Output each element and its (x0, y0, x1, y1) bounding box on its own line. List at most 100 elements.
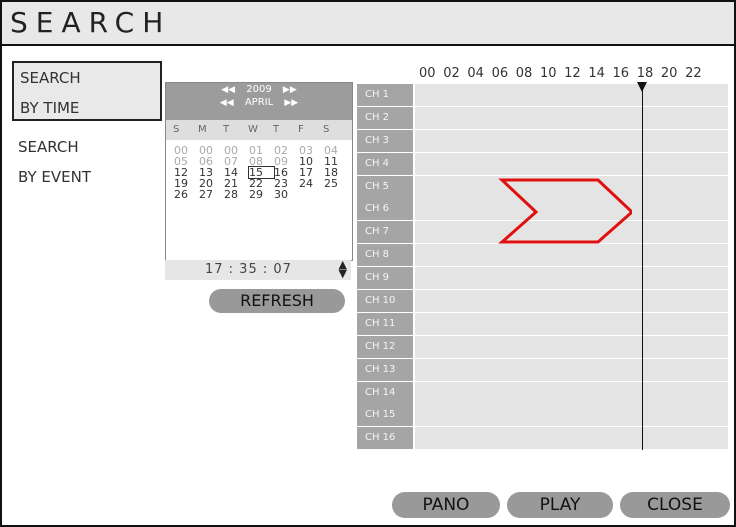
weekday-label: S (173, 124, 180, 135)
channel-track[interactable] (413, 244, 728, 267)
hour-tick-label: 22 (685, 66, 702, 81)
channel-label: CH 15 (357, 404, 413, 427)
time-field[interactable]: 17 : 35 : 07 ▲ ▼ (165, 259, 351, 280)
calendar-day[interactable]: 29 (249, 189, 274, 200)
hour-tick-label: 06 (491, 66, 509, 81)
channel-track[interactable] (413, 290, 728, 313)
prev-year-icon[interactable]: ◀◀ (221, 85, 235, 95)
hour-tick-label: 18 (636, 66, 654, 81)
channel-label: CH 5 (357, 175, 413, 198)
calendar-day (324, 189, 349, 200)
calendar-day (299, 189, 324, 200)
channel-track[interactable] (413, 427, 728, 450)
hour-tick-label: 10 (539, 66, 557, 81)
channel-label: CH 2 (357, 106, 413, 129)
channel-track[interactable] (413, 267, 728, 290)
channel-row[interactable]: CH 1 (357, 84, 728, 107)
time-spinner-icon[interactable]: ▲ ▼ (339, 259, 347, 279)
channel-track[interactable] (413, 129, 728, 152)
weekday-label: T (223, 124, 230, 135)
channel-row[interactable]: CH 3 (357, 129, 728, 153)
weekday-label: T (273, 124, 280, 135)
channel-row[interactable]: CH 10 (357, 290, 728, 313)
channel-label: CH 9 (357, 267, 413, 290)
calendar: ◀◀ 2009 ▶▶ ◀◀ APRIL ▶▶ S M T W T F S 00 00 00 01 0… (165, 82, 353, 261)
weekday-label: M (198, 124, 207, 135)
hour-tick-label: 02 (443, 66, 460, 81)
playhead-line[interactable] (642, 82, 643, 450)
prev-month-icon[interactable]: ◀◀ (220, 98, 234, 108)
weekday-label: F (298, 124, 304, 135)
channel-label: CH 11 (357, 312, 413, 335)
channel-row[interactable]: CH 2 (357, 106, 728, 130)
search-by-time-line2: BY TIME (20, 99, 80, 117)
calendar-week: 26 27 28 29 30 (174, 189, 349, 200)
play-button[interactable]: PLAY (507, 492, 613, 518)
channel-row[interactable]: CH 14 (357, 381, 728, 405)
channel-label: CH 4 (357, 152, 413, 175)
calendar-day[interactable]: 24 (299, 178, 324, 189)
channel-label: CH 3 (357, 129, 413, 152)
calendar-year: 2009 (246, 84, 272, 95)
channel-label: CH 16 (357, 427, 413, 450)
hour-axis: 00 02 04 06 08 10 12 14 16 18 20 22 (419, 66, 719, 81)
channel-label: CH 6 (357, 198, 413, 221)
calendar-day[interactable]: 30 (274, 189, 299, 200)
channel-row[interactable]: CH 16 (357, 427, 728, 450)
channel-timeline: CH 1 CH 2 CH 3 CH 4 CH 5 CH 6 CH 7 CH 8 CH 9 CH 1… (357, 84, 728, 450)
search-window: SEARCH SEARCH BY TIME SEARCH BY EVENT ◀◀… (0, 0, 736, 527)
hour-tick-label: 20 (660, 66, 678, 81)
channel-label: CH 14 (357, 381, 413, 404)
search-by-event-line1: SEARCH (18, 138, 79, 156)
pano-button[interactable]: PANO (392, 492, 500, 518)
channel-track[interactable] (413, 84, 728, 106)
hour-tick-label: 16 (612, 66, 630, 81)
search-by-event-tab[interactable]: SEARCH BY EVENT (12, 132, 158, 192)
calendar-month: APRIL (244, 97, 274, 108)
channel-track[interactable] (413, 404, 728, 427)
channel-label: CH 12 (357, 335, 413, 358)
channel-label: CH 13 (357, 358, 413, 381)
channel-label: CH 7 (357, 221, 413, 244)
hour-tick-label: 00 (419, 66, 436, 81)
channel-track[interactable] (413, 358, 728, 381)
weekday-label: W (248, 124, 258, 135)
channel-label: CH 1 (357, 84, 413, 106)
channel-track[interactable] (413, 381, 728, 404)
channel-row[interactable]: CH 8 (357, 244, 728, 267)
weekday-row: SMTWTFS (166, 120, 352, 140)
next-month-icon[interactable]: ▶▶ (284, 98, 298, 108)
channel-track[interactable] (413, 335, 728, 358)
weekday-label: S (323, 124, 330, 135)
calendar-day[interactable]: 27 (199, 189, 224, 200)
search-by-time-tab[interactable]: SEARCH BY TIME (12, 61, 162, 121)
calendar-day[interactable]: 25 (324, 178, 349, 189)
calendar-days: 00 00 00 01 02 03 04 05 06 07 08 09 10 11 12 13 14 15 16 17… (174, 145, 349, 200)
channel-label: CH 8 (357, 244, 413, 267)
channel-row[interactable]: CH 12 (357, 335, 728, 359)
channel-row[interactable]: CH 11 (357, 312, 728, 336)
refresh-button[interactable]: REFRESH (209, 289, 345, 313)
calendar-header: ◀◀ 2009 ▶▶ ◀◀ APRIL ▶▶ (166, 83, 352, 120)
channel-track[interactable] (413, 106, 728, 129)
search-by-time-line1: SEARCH (20, 69, 81, 87)
channel-row[interactable]: CH 9 (357, 267, 728, 290)
channel-row[interactable]: CH 15 (357, 404, 728, 427)
time-value: 17 : 35 : 07 (205, 262, 292, 277)
hour-tick-label: 12 (564, 66, 581, 81)
calendar-day[interactable]: 26 (174, 189, 199, 200)
playhead-marker-icon[interactable] (637, 82, 647, 92)
channel-label: CH 10 (357, 290, 413, 313)
hour-tick-label: 04 (467, 66, 484, 81)
page-title: SEARCH (10, 6, 172, 39)
next-year-icon[interactable]: ▶▶ (283, 85, 297, 95)
hour-tick-label: 14 (588, 66, 605, 81)
channel-row[interactable]: CH 13 (357, 358, 728, 382)
calendar-day[interactable]: 28 (224, 189, 249, 200)
channel-track[interactable] (413, 312, 728, 335)
title-bar: SEARCH (2, 2, 734, 46)
search-by-event-line2: BY EVENT (18, 168, 92, 186)
close-button[interactable]: CLOSE (620, 492, 730, 518)
hour-tick-label: 08 (515, 66, 533, 81)
chevron-arrow-overlay (498, 178, 632, 244)
